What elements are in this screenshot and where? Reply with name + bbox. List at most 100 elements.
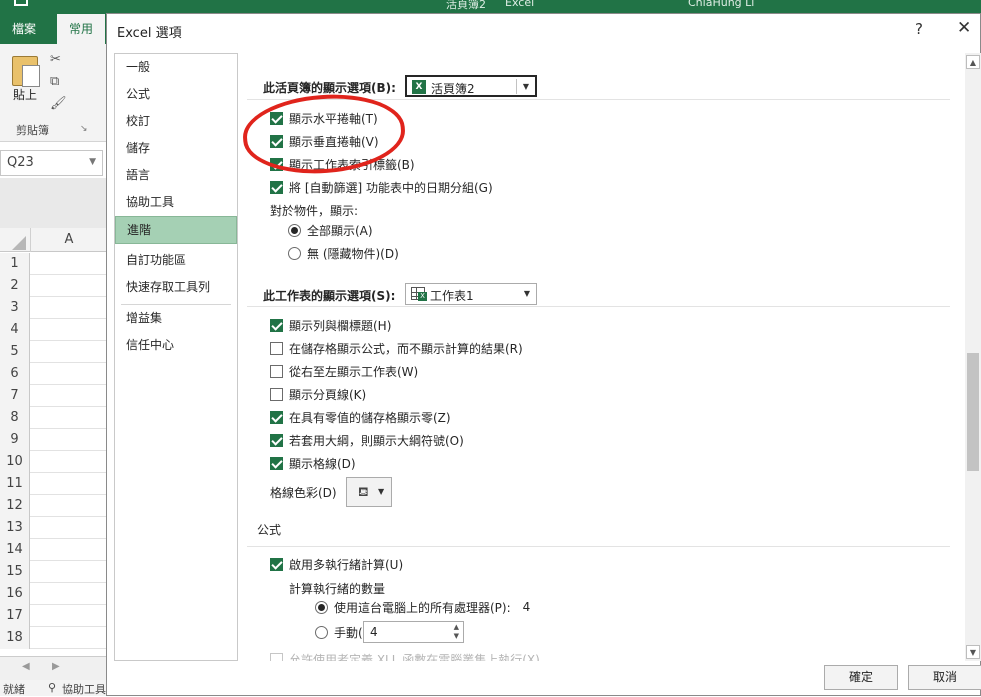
row-header[interactable]: 17 bbox=[0, 605, 30, 627]
table-row[interactable]: 1 bbox=[0, 253, 107, 275]
row-header[interactable]: 15 bbox=[0, 561, 30, 583]
radio[interactable] bbox=[315, 625, 328, 639]
checkbox[interactable] bbox=[270, 456, 283, 470]
row-header[interactable]: 13 bbox=[0, 517, 30, 539]
table-row[interactable]: 2 bbox=[0, 275, 107, 297]
opt-objects-hide[interactable]: 無 (隱藏物件)(D) bbox=[288, 244, 399, 262]
nav-quick-access-toolbar[interactable]: 快速存取工具列 bbox=[115, 274, 237, 302]
radio[interactable] bbox=[315, 600, 328, 614]
chevron-up-icon[interactable]: ▲ bbox=[454, 623, 459, 631]
row-header[interactable]: 4 bbox=[0, 319, 30, 341]
row-header[interactable]: 1 bbox=[0, 253, 30, 275]
row-header[interactable]: 7 bbox=[0, 385, 30, 407]
user-name[interactable]: ChiaHung Li bbox=[688, 0, 754, 9]
table-row[interactable]: 8 bbox=[0, 407, 107, 429]
nav-trust-center[interactable]: 信任中心 bbox=[115, 332, 237, 360]
name-box[interactable]: Q23 ▼ bbox=[0, 150, 103, 176]
checkbox[interactable] bbox=[270, 652, 283, 661]
table-row[interactable]: 9 bbox=[0, 429, 107, 451]
table-row[interactable]: 6 bbox=[0, 363, 107, 385]
checkbox[interactable] bbox=[270, 318, 283, 332]
select-all-corner[interactable] bbox=[12, 236, 26, 250]
checkbox[interactable] bbox=[270, 433, 283, 447]
nav-add-ins[interactable]: 增益集 bbox=[115, 305, 237, 333]
close-icon[interactable]: ✕ bbox=[957, 18, 971, 38]
paste-icon[interactable] bbox=[12, 56, 40, 87]
opt-show-zero[interactable]: 在具有零值的儲存格顯示零(Z) bbox=[270, 408, 451, 426]
table-row[interactable]: 18 bbox=[0, 627, 107, 649]
row-header[interactable]: 6 bbox=[0, 363, 30, 385]
nav-proofing[interactable]: 校訂 bbox=[115, 108, 237, 136]
nav-general[interactable]: 一般 bbox=[115, 54, 237, 82]
table-row[interactable]: 13 bbox=[0, 517, 107, 539]
nav-save[interactable]: 儲存 bbox=[115, 135, 237, 163]
opt-show-row-col-headers[interactable]: 顯示列與欄標題(H) bbox=[270, 316, 391, 334]
accessibility-icon[interactable]: ⚲ bbox=[48, 681, 56, 694]
column-header-a[interactable]: A bbox=[30, 228, 107, 252]
checkbox[interactable] bbox=[270, 557, 283, 571]
radio[interactable] bbox=[288, 246, 301, 260]
opt-multithread-calc[interactable]: 啟用多執行緒計算(U) bbox=[270, 555, 403, 573]
table-row[interactable]: 12 bbox=[0, 495, 107, 517]
nav-language[interactable]: 語言 bbox=[115, 162, 237, 190]
cancel-button[interactable]: 取消 bbox=[908, 665, 981, 690]
scroll-thumb[interactable] bbox=[967, 353, 979, 471]
workbook-select[interactable]: X 活頁簿2 ▼ bbox=[405, 75, 537, 97]
chevron-down-icon[interactable]: ▼ bbox=[454, 632, 459, 640]
opt-use-all-processors[interactable]: 使用這台電腦上的所有處理器(P): 4 bbox=[315, 598, 530, 616]
table-row[interactable]: 7 bbox=[0, 385, 107, 407]
checkbox[interactable] bbox=[270, 387, 283, 401]
accessibility-status[interactable]: 協助工具 bbox=[62, 681, 106, 697]
opt-group-dates-autofilter[interactable]: 將 [自動篩選] 功能表中的日期分組(G) bbox=[270, 178, 493, 196]
nav-accessibility[interactable]: 協助工具 bbox=[115, 189, 237, 217]
nav-advanced[interactable]: 進階 bbox=[115, 216, 237, 244]
options-scrollbar[interactable]: ▲ ▼ bbox=[965, 53, 981, 661]
help-icon[interactable]: ? bbox=[915, 20, 923, 38]
table-row[interactable]: 10 bbox=[0, 451, 107, 473]
opt-right-to-left[interactable]: 從右至左顯示工作表(W) bbox=[270, 362, 418, 380]
row-header[interactable]: 2 bbox=[0, 275, 30, 297]
opt-show-formulas[interactable]: 在儲存格顯示公式，而不顯示計算的結果(R) bbox=[270, 339, 523, 357]
cut-icon[interactable]: ✂ bbox=[50, 52, 61, 67]
opt-objects-show-all[interactable]: 全部顯示(A) bbox=[288, 221, 373, 239]
tab-file[interactable]: 檔案 bbox=[0, 14, 48, 44]
checkbox[interactable] bbox=[270, 341, 283, 355]
checkbox[interactable] bbox=[270, 410, 283, 424]
opt-show-page-breaks[interactable]: 顯示分頁線(K) bbox=[270, 385, 366, 403]
row-header[interactable]: 12 bbox=[0, 495, 30, 517]
row-header[interactable]: 14 bbox=[0, 539, 30, 561]
row-header[interactable]: 10 bbox=[0, 451, 30, 473]
table-row[interactable]: 17 bbox=[0, 605, 107, 627]
ok-button[interactable]: 確定 bbox=[824, 665, 898, 690]
radio[interactable] bbox=[288, 223, 301, 237]
copy-icon[interactable]: ⧉ bbox=[50, 74, 59, 89]
table-row[interactable]: 3 bbox=[0, 297, 107, 319]
paste-button-label[interactable]: 貼上 bbox=[13, 86, 37, 103]
table-row[interactable]: 14 bbox=[0, 539, 107, 561]
nav-customize-ribbon[interactable]: 自訂功能區 bbox=[115, 247, 237, 275]
scroll-left-icon[interactable]: ◀ bbox=[22, 661, 30, 672]
table-row[interactable]: 11 bbox=[0, 473, 107, 495]
checkbox[interactable] bbox=[270, 364, 283, 378]
row-header[interactable]: 18 bbox=[0, 627, 30, 649]
row-header[interactable]: 9 bbox=[0, 429, 30, 451]
dialog-launcher-icon[interactable]: ↘ bbox=[80, 124, 88, 134]
table-row[interactable]: 16 bbox=[0, 583, 107, 605]
tab-home[interactable]: 常用 bbox=[57, 14, 106, 44]
table-row[interactable]: 5 bbox=[0, 341, 107, 363]
row-header[interactable]: 5 bbox=[0, 341, 30, 363]
scroll-right-icon[interactable]: ▶ bbox=[52, 661, 60, 672]
table-row[interactable]: 15 bbox=[0, 561, 107, 583]
checkbox[interactable] bbox=[270, 180, 283, 194]
chevron-down-icon[interactable]: ▼ bbox=[89, 157, 96, 167]
scroll-down-icon[interactable]: ▼ bbox=[966, 645, 980, 659]
scroll-up-icon[interactable]: ▲ bbox=[966, 55, 980, 69]
row-header[interactable]: 3 bbox=[0, 297, 30, 319]
opt-show-outline-symbols[interactable]: 若套用大綱，則顯示大綱符號(O) bbox=[270, 431, 464, 449]
nav-formulas[interactable]: 公式 bbox=[115, 81, 237, 109]
save-icon[interactable] bbox=[14, 0, 28, 6]
row-header[interactable]: 8 bbox=[0, 407, 30, 429]
row-header[interactable]: 16 bbox=[0, 583, 30, 605]
worksheet-select[interactable]: 工作表1 ▼ bbox=[405, 283, 537, 305]
manual-threads-stepper[interactable]: 4 ▲ ▼ bbox=[363, 621, 464, 643]
